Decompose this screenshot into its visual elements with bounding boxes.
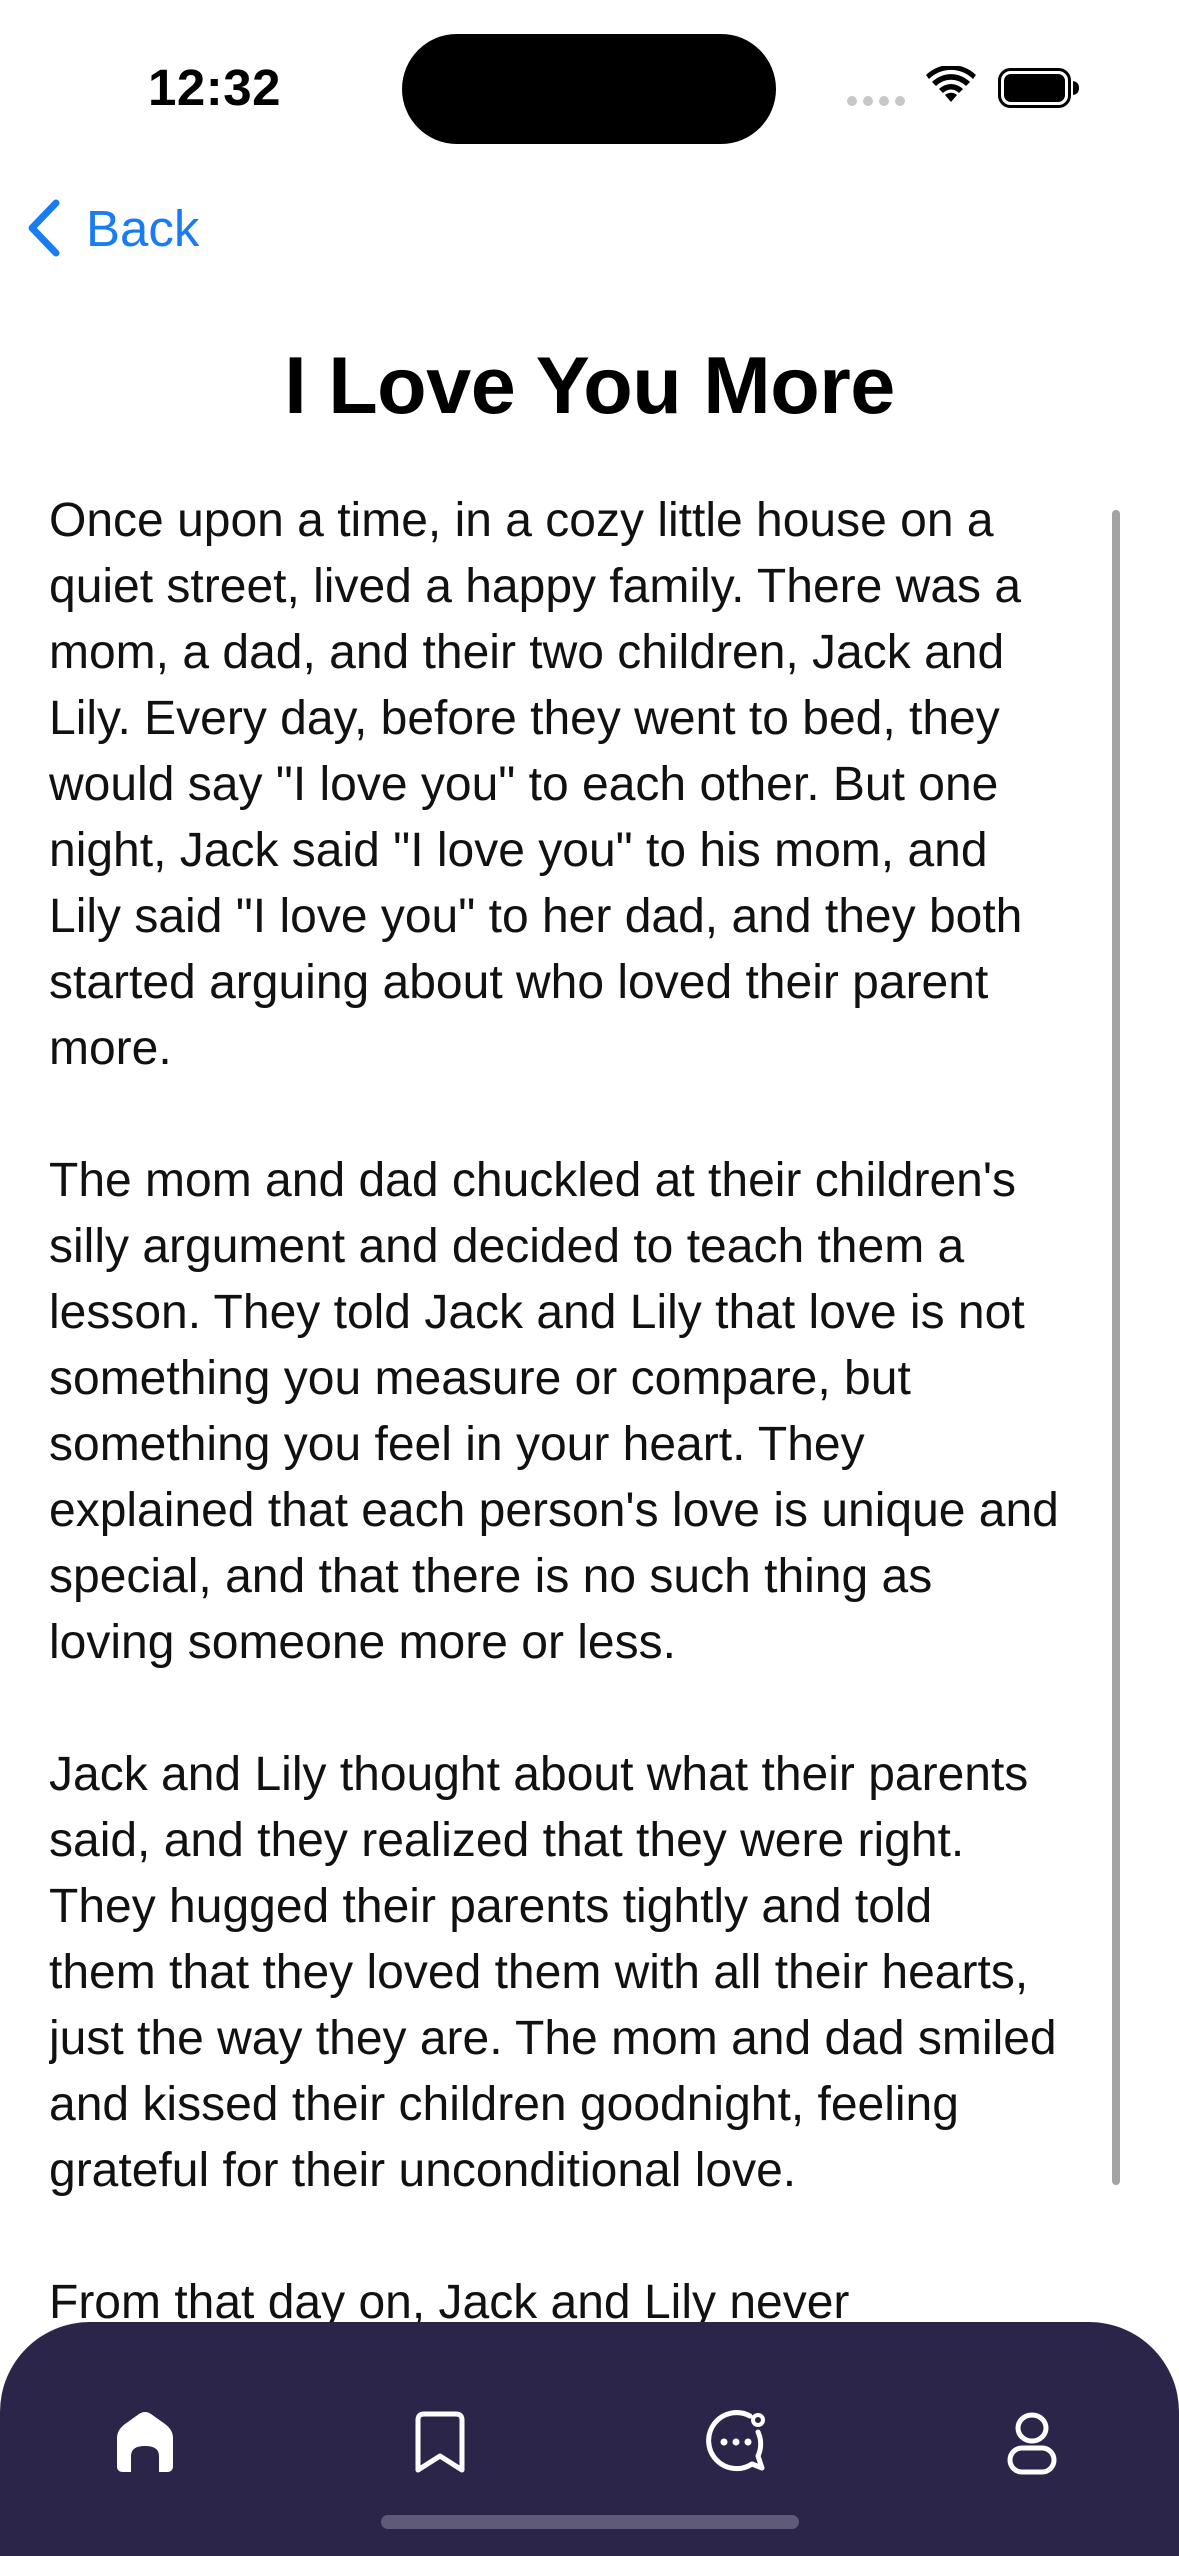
story-paragraph-3: Jack and Lily thought about what their p… bbox=[49, 1748, 1057, 2197]
tab-home[interactable] bbox=[95, 2392, 195, 2492]
signal-dots-icon bbox=[847, 96, 905, 106]
battery-icon bbox=[998, 68, 1079, 108]
tab-chat[interactable] bbox=[686, 2392, 786, 2492]
wifi-icon bbox=[926, 66, 976, 102]
tab-profile[interactable] bbox=[982, 2392, 1082, 2492]
home-icon bbox=[117, 2412, 173, 2472]
tab-bookmarks[interactable] bbox=[390, 2392, 490, 2492]
back-button[interactable]: Back bbox=[24, 188, 199, 268]
story-paragraph-1: Once upon a time, in a cozy little house… bbox=[49, 494, 1023, 1075]
chevron-left-icon bbox=[28, 199, 60, 257]
story-paragraph-2: The mom and dad chuckled at their childr… bbox=[49, 1154, 1059, 1669]
status-bar: 12:32 bbox=[0, 0, 1179, 170]
home-indicator bbox=[381, 2515, 799, 2529]
scroll-indicator[interactable] bbox=[1112, 510, 1120, 2185]
chat-bubble-icon bbox=[706, 2410, 765, 2472]
story-screen: 12:32 Back I Love You More Once upon a t… bbox=[0, 0, 1179, 2556]
story-scroll-view[interactable]: Once upon a time, in a cozy little house… bbox=[49, 488, 1149, 2328]
status-time: 12:32 bbox=[148, 59, 281, 116]
profile-icon bbox=[1007, 2412, 1057, 2475]
bookmark-icon bbox=[415, 2411, 465, 2473]
story-paragraph-4: From that day on, Jack and Lily never bbox=[49, 2276, 850, 2328]
dynamic-island bbox=[402, 34, 776, 144]
back-label: Back bbox=[86, 199, 200, 257]
story-title: I Love You More bbox=[284, 341, 895, 431]
